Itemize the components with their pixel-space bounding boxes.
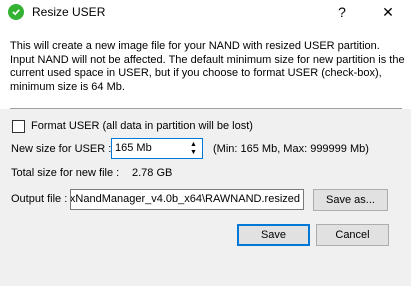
- save-as-button[interactable]: Save as...: [313, 189, 388, 211]
- window-title: Resize USER: [32, 5, 106, 19]
- new-size-value[interactable]: 165 Mb: [115, 142, 152, 154]
- output-file-value[interactable]: xNandManager_v4.0b_x64\RAWNAND.resized: [71, 193, 300, 205]
- spin-down-icon[interactable]: ▼: [186, 149, 201, 158]
- total-size-value: 2.78 GB: [132, 167, 173, 179]
- format-user-checkbox[interactable]: [12, 119, 25, 133]
- description-panel: This will create a new image file for yo…: [0, 30, 411, 109]
- output-file-field[interactable]: xNandManager_v4.0b_x64\RAWNAND.resized: [70, 189, 304, 210]
- output-file-label: Output file :: [11, 193, 68, 205]
- cancel-button[interactable]: Cancel: [316, 224, 389, 246]
- new-size-label: New size for USER :: [11, 143, 112, 155]
- description-text: This will create a new image file for yo…: [10, 40, 405, 93]
- format-user-label: Format USER (all data in partition will …: [31, 120, 253, 132]
- total-size-label: Total size for new file :: [11, 167, 120, 179]
- help-button[interactable]: ?: [322, 0, 362, 24]
- separator: [10, 108, 402, 109]
- spin-arrows: ▲ ▼: [186, 140, 201, 157]
- spin-up-icon[interactable]: ▲: [186, 140, 201, 149]
- close-button[interactable]: ✕: [368, 0, 408, 24]
- app-shield-icon: [8, 4, 24, 20]
- format-user-row[interactable]: Format USER (all data in partition will …: [12, 119, 253, 133]
- new-size-spinbox[interactable]: 165 Mb ▲ ▼: [111, 138, 203, 159]
- save-button[interactable]: Save: [237, 224, 310, 246]
- size-range-text: (Min: 165 Mb, Max: 999999 Mb): [213, 143, 369, 155]
- title-bar: Resize USER ? ✕: [0, 0, 411, 30]
